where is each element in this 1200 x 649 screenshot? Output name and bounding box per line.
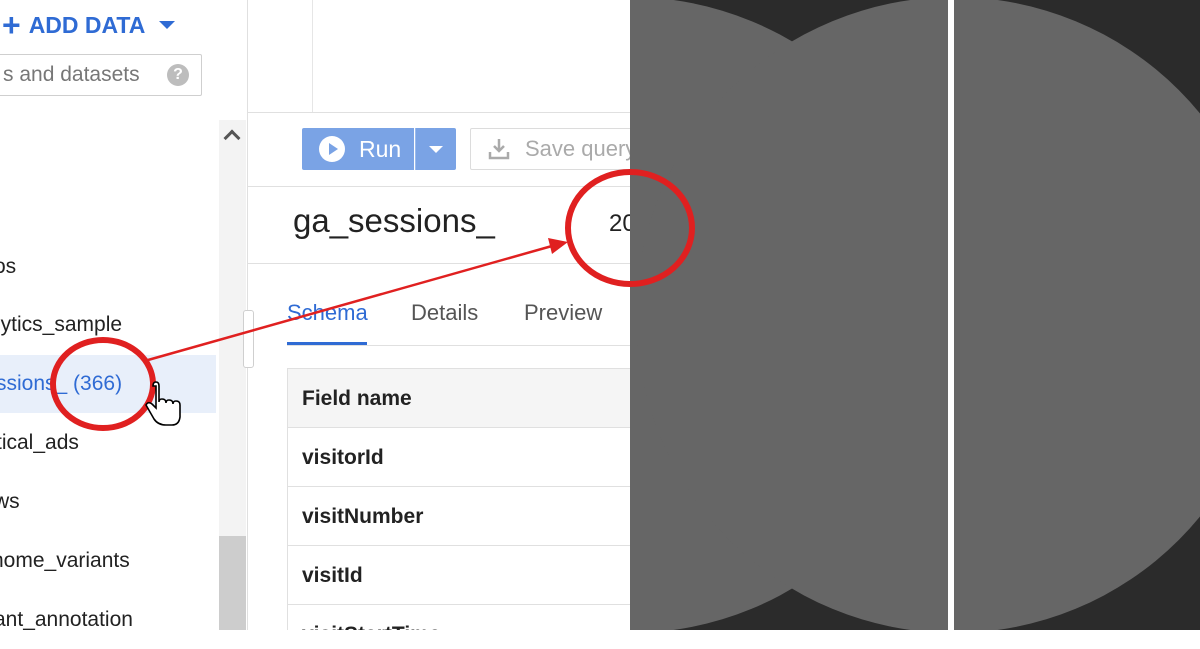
- divider: [248, 186, 630, 187]
- plus-icon: +: [2, 7, 21, 43]
- tree-item[interactable]: tical_ads: [0, 414, 216, 472]
- run-options-button[interactable]: [415, 128, 456, 170]
- add-data-label: ADD DATA: [28, 11, 146, 38]
- tree-item-label: ws: [0, 490, 20, 513]
- panel-divider: [948, 0, 954, 630]
- save-query-label: Save query: [525, 136, 637, 161]
- tree-item[interactable]: ant_annotation: [0, 591, 216, 649]
- tree-item-label: tical_ads: [0, 431, 79, 454]
- search-placeholder: s and datasets: [3, 63, 140, 86]
- table-row[interactable]: visitNumber: [288, 487, 630, 546]
- add-data-button[interactable]: + ADD DATA: [0, 7, 176, 43]
- schema-table: Field name visitorId visitNumber visitId…: [287, 368, 630, 630]
- download-icon: [488, 139, 510, 160]
- table-row[interactable]: visitStartTime: [288, 605, 630, 630]
- tab-schema[interactable]: Schema: [287, 300, 368, 326]
- editor-gutter-line: [312, 0, 313, 112]
- tree-item-label: ssions_ (366): [0, 372, 123, 395]
- table-row[interactable]: visitId: [288, 546, 630, 605]
- tree-item[interactable]: lytics_sample: [0, 296, 216, 354]
- chevron-up-icon[interactable]: [219, 122, 246, 150]
- search-input[interactable]: s and datasets ?: [0, 54, 202, 96]
- run-label: Run: [359, 135, 402, 162]
- table-title: ga_sessions_: [293, 202, 495, 239]
- tab-details[interactable]: Details: [411, 300, 478, 326]
- table-row[interactable]: visitorId: [288, 428, 630, 487]
- decorative-panels: [630, 0, 1200, 630]
- divider: [287, 345, 630, 346]
- tree-item-label: os: [0, 255, 17, 278]
- scrollbar-thumb[interactable]: [219, 536, 246, 630]
- tree-item-label: ant_annotation: [0, 608, 133, 631]
- tree-item-label: lytics_sample: [0, 313, 123, 336]
- tree-item-label: nome_variants: [0, 549, 130, 572]
- table-header: Field name: [288, 369, 630, 428]
- tab-preview[interactable]: Preview: [524, 300, 602, 326]
- panel-resize-handle[interactable]: [243, 310, 254, 368]
- tree-item-selected[interactable]: ssions_ (366): [0, 355, 216, 413]
- arrowhead-icon: [548, 238, 568, 254]
- query-editor[interactable]: [248, 0, 630, 113]
- run-button[interactable]: Run: [302, 128, 414, 170]
- dropdown-caret-icon: [159, 21, 176, 29]
- play-icon: [319, 136, 345, 162]
- save-query-button[interactable]: Save query: [470, 128, 650, 170]
- tree-item[interactable]: ws: [0, 473, 216, 531]
- tree-item[interactable]: nome_variants: [0, 532, 216, 590]
- help-icon[interactable]: ?: [167, 64, 189, 86]
- divider: [248, 263, 630, 264]
- tree-item[interactable]: os: [0, 238, 216, 296]
